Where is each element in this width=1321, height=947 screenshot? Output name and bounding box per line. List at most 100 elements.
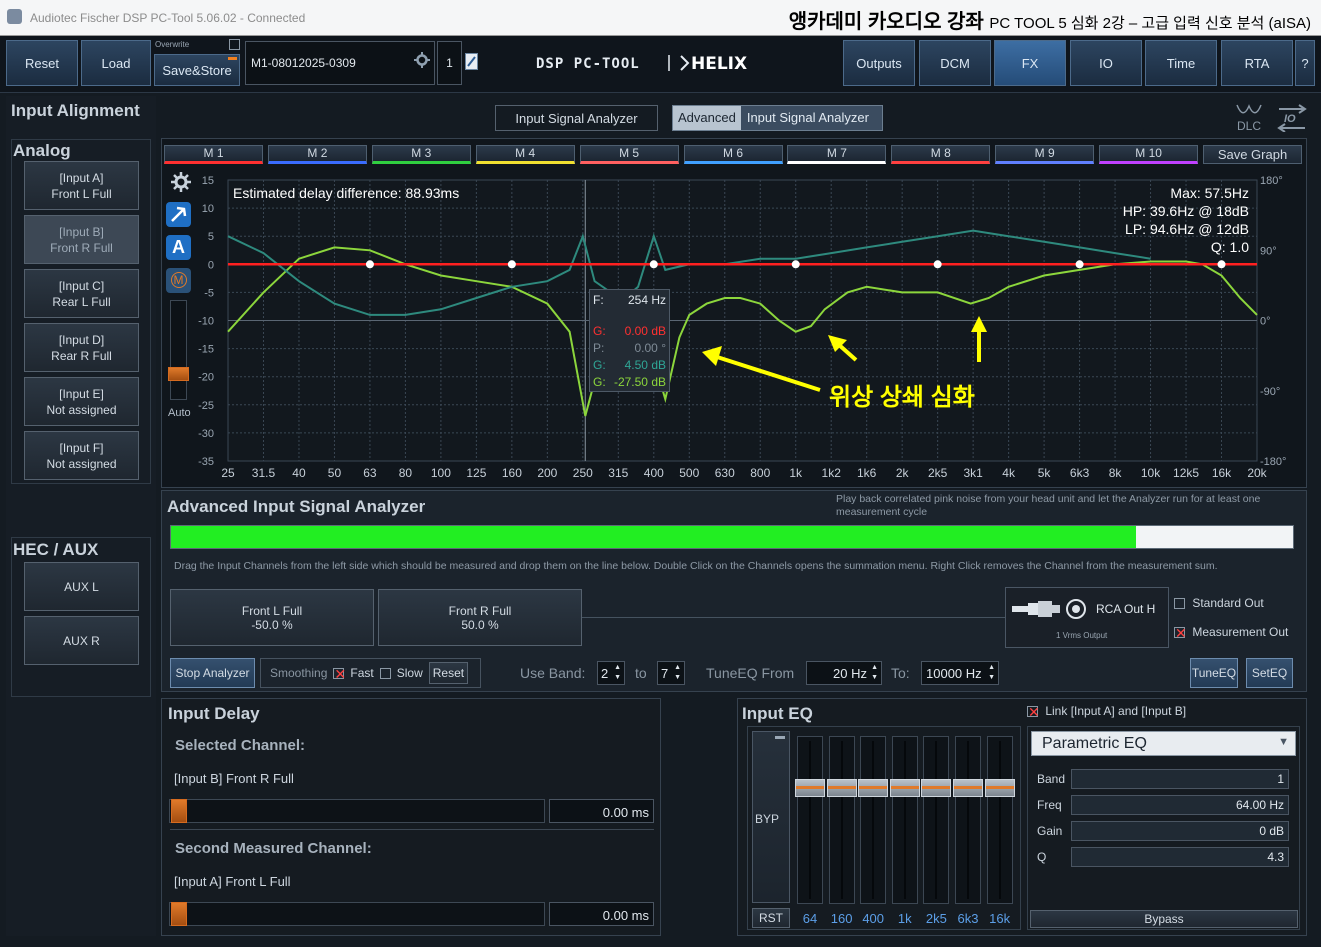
second-delay-value-field[interactable]: 0.00 ms [549, 902, 654, 926]
nav-button-fx[interactable]: FX [994, 40, 1066, 86]
tuneeq-to-spinner[interactable]: 10000 Hz ▲ ▼ [921, 661, 999, 685]
eq-band-fader-knob[interactable] [921, 779, 952, 797]
measurement-out-option[interactable]: ✕ Measurement Out [1174, 625, 1288, 640]
selected-delay-slider-knob[interactable] [171, 799, 187, 823]
second-delay-slider-knob[interactable] [171, 902, 187, 926]
measure-channel-front-l[interactable]: Front L Full -50.0 % [170, 589, 374, 646]
io-swap-icon[interactable]: IO [1277, 104, 1307, 133]
memory-mode-icon[interactable]: M [166, 268, 191, 293]
tooltip-gain-green-row: G: -27.50 dB [593, 374, 666, 391]
eq-band-fader-knob[interactable] [795, 779, 825, 797]
input-button-b[interactable]: [Input B] Front R Full [24, 215, 139, 264]
memory-button-4[interactable]: M 4 [475, 145, 575, 164]
eq-band-fader[interactable] [891, 736, 918, 904]
q-field[interactable]: 4.3 [1071, 847, 1289, 867]
save-graph-button[interactable]: Save Graph [1203, 145, 1302, 164]
aux-l-button[interactable]: AUX L [24, 562, 139, 611]
rst-button[interactable]: RST [752, 908, 790, 928]
preset-number-field[interactable]: 1 [437, 41, 462, 85]
input-button-e[interactable]: [Input E] Not assigned [24, 377, 139, 426]
freq-field[interactable]: 64.00 Hz [1071, 795, 1289, 815]
eq-bypass-button[interactable]: Bypass [1030, 910, 1298, 928]
graph-scale-slider[interactable] [170, 300, 187, 400]
measure-channel-front-r[interactable]: Front R Full 50.0 % [378, 589, 582, 646]
y-tick-label: 15 [202, 175, 214, 187]
preset-gear-icon[interactable] [414, 52, 430, 71]
eq-band-fader-knob-line [922, 786, 951, 789]
smoothing-reset-button[interactable]: Reset [428, 662, 469, 684]
overlay-sub: PC TOOL 5 심화 2강 – 고급 입력 신호 분석 (aISA) [989, 15, 1311, 32]
link-inputs-checkbox[interactable]: ✕ [1027, 705, 1040, 719]
tuneeq-button[interactable]: TuneEQ [1190, 658, 1238, 688]
input-button-d[interactable]: [Input D] Rear R Full [24, 323, 139, 372]
nav-button-rta[interactable]: RTA [1221, 40, 1293, 86]
tab-input-signal-analyzer[interactable]: Input Signal Analyzer [495, 105, 658, 131]
eq-band-fader[interactable] [828, 736, 855, 904]
slow-checkbox[interactable] [379, 667, 391, 679]
gain-field[interactable]: 0 dB [1071, 821, 1289, 841]
link-inputs-option[interactable]: ✕ Link [Input A] and [Input B] [1027, 704, 1186, 719]
band-to-spinner[interactable]: 7 ▲ ▼ [657, 661, 685, 685]
eq-band-fader-knob[interactable] [889, 779, 920, 797]
standard-out-option[interactable]: Standard Out [1174, 596, 1264, 610]
eq-band-fader[interactable] [955, 736, 981, 904]
input-button-f[interactable]: [Input F] Not assigned [24, 431, 139, 480]
memory-button-7[interactable]: M 7 [787, 145, 887, 164]
nav-button-io[interactable]: IO [1070, 40, 1142, 86]
eq-band-marker [791, 260, 800, 269]
eq-band-fader-knob[interactable] [984, 779, 1015, 797]
nav-button-dcm[interactable]: DCM [919, 40, 991, 86]
memory-button-6[interactable]: M 6 [683, 145, 783, 164]
tooltip-phase-value: 0.00 ° [634, 341, 667, 355]
edit-note-icon[interactable] [465, 53, 478, 70]
input-button-channel: Front L Full [51, 186, 112, 201]
eq-band-fader-knob[interactable] [953, 779, 983, 797]
memory-button-1[interactable]: M 1 [164, 145, 263, 164]
eq-band-fader[interactable] [797, 736, 823, 904]
selected-delay-slider[interactable] [169, 799, 545, 823]
aux-r-button[interactable]: AUX R [24, 616, 139, 665]
eq-band-fader[interactable] [860, 736, 887, 904]
tuneeq-from-spinner[interactable]: 20 Hz ▲ ▼ [806, 661, 882, 685]
measurement-out-checkbox[interactable]: ✕ [1174, 626, 1187, 640]
input-button-c[interactable]: [Input C] Rear L Full [24, 269, 139, 318]
eq-band-fader-knob[interactable] [826, 779, 857, 797]
standard-out-checkbox[interactable] [1174, 598, 1185, 610]
dlc-icon[interactable]: DLC [1234, 102, 1264, 133]
fast-checkbox[interactable]: ✕ [333, 667, 346, 681]
eq-band-fader[interactable] [986, 736, 1013, 904]
preset-name-field[interactable]: M1-08012025-0309 [245, 41, 435, 85]
magnitude-mode-icon[interactable]: A [166, 235, 191, 260]
eq-band-fader[interactable] [923, 736, 950, 904]
tab-advanced-isa[interactable]: Advanced Input Signal Analyzer [672, 105, 883, 131]
overwrite-checkbox[interactable] [229, 39, 240, 50]
load-button[interactable]: Load [81, 40, 151, 86]
help-button[interactable]: ? [1295, 40, 1315, 86]
input-button-a[interactable]: [Input A] Front L Full [24, 161, 139, 210]
band-field[interactable]: 1 [1071, 769, 1289, 789]
reset-button[interactable]: Reset [6, 40, 78, 86]
nav-button-time[interactable]: Time [1145, 40, 1217, 86]
selected-delay-value-field[interactable]: 0.00 ms [549, 799, 654, 823]
graph-settings-gear-icon[interactable] [171, 172, 191, 195]
eq-band-fader-groove [840, 741, 843, 899]
memory-button-2[interactable]: M 2 [267, 145, 367, 164]
graph-scale-slider-knob[interactable] [168, 367, 189, 381]
eq-type-select[interactable]: Parametric EQ ▼ [1031, 731, 1296, 756]
tuneeq-to-label: To: [891, 665, 910, 681]
eq-band-label: 16k [989, 911, 1011, 926]
q-label: Q [1037, 850, 1047, 864]
memory-button-5[interactable]: M 5 [579, 145, 679, 164]
memory-button-8[interactable]: M 8 [891, 145, 991, 164]
nav-button-outputs[interactable]: Outputs [843, 40, 915, 86]
memory-button-9[interactable]: M 9 [995, 145, 1095, 164]
second-delay-slider[interactable] [169, 902, 545, 926]
cursor-arrow-icon[interactable] [166, 202, 191, 227]
bypass-fader[interactable]: BYP [752, 731, 790, 903]
memory-button-3[interactable]: M 3 [371, 145, 471, 164]
memory-button-10[interactable]: M 10 [1099, 145, 1199, 164]
stop-analyzer-button[interactable]: Stop Analyzer [170, 658, 255, 688]
band-from-spinner[interactable]: 2 ▲ ▼ [597, 661, 625, 685]
seteq-button[interactable]: SetEQ [1246, 658, 1293, 688]
eq-band-fader-knob[interactable] [858, 779, 889, 797]
